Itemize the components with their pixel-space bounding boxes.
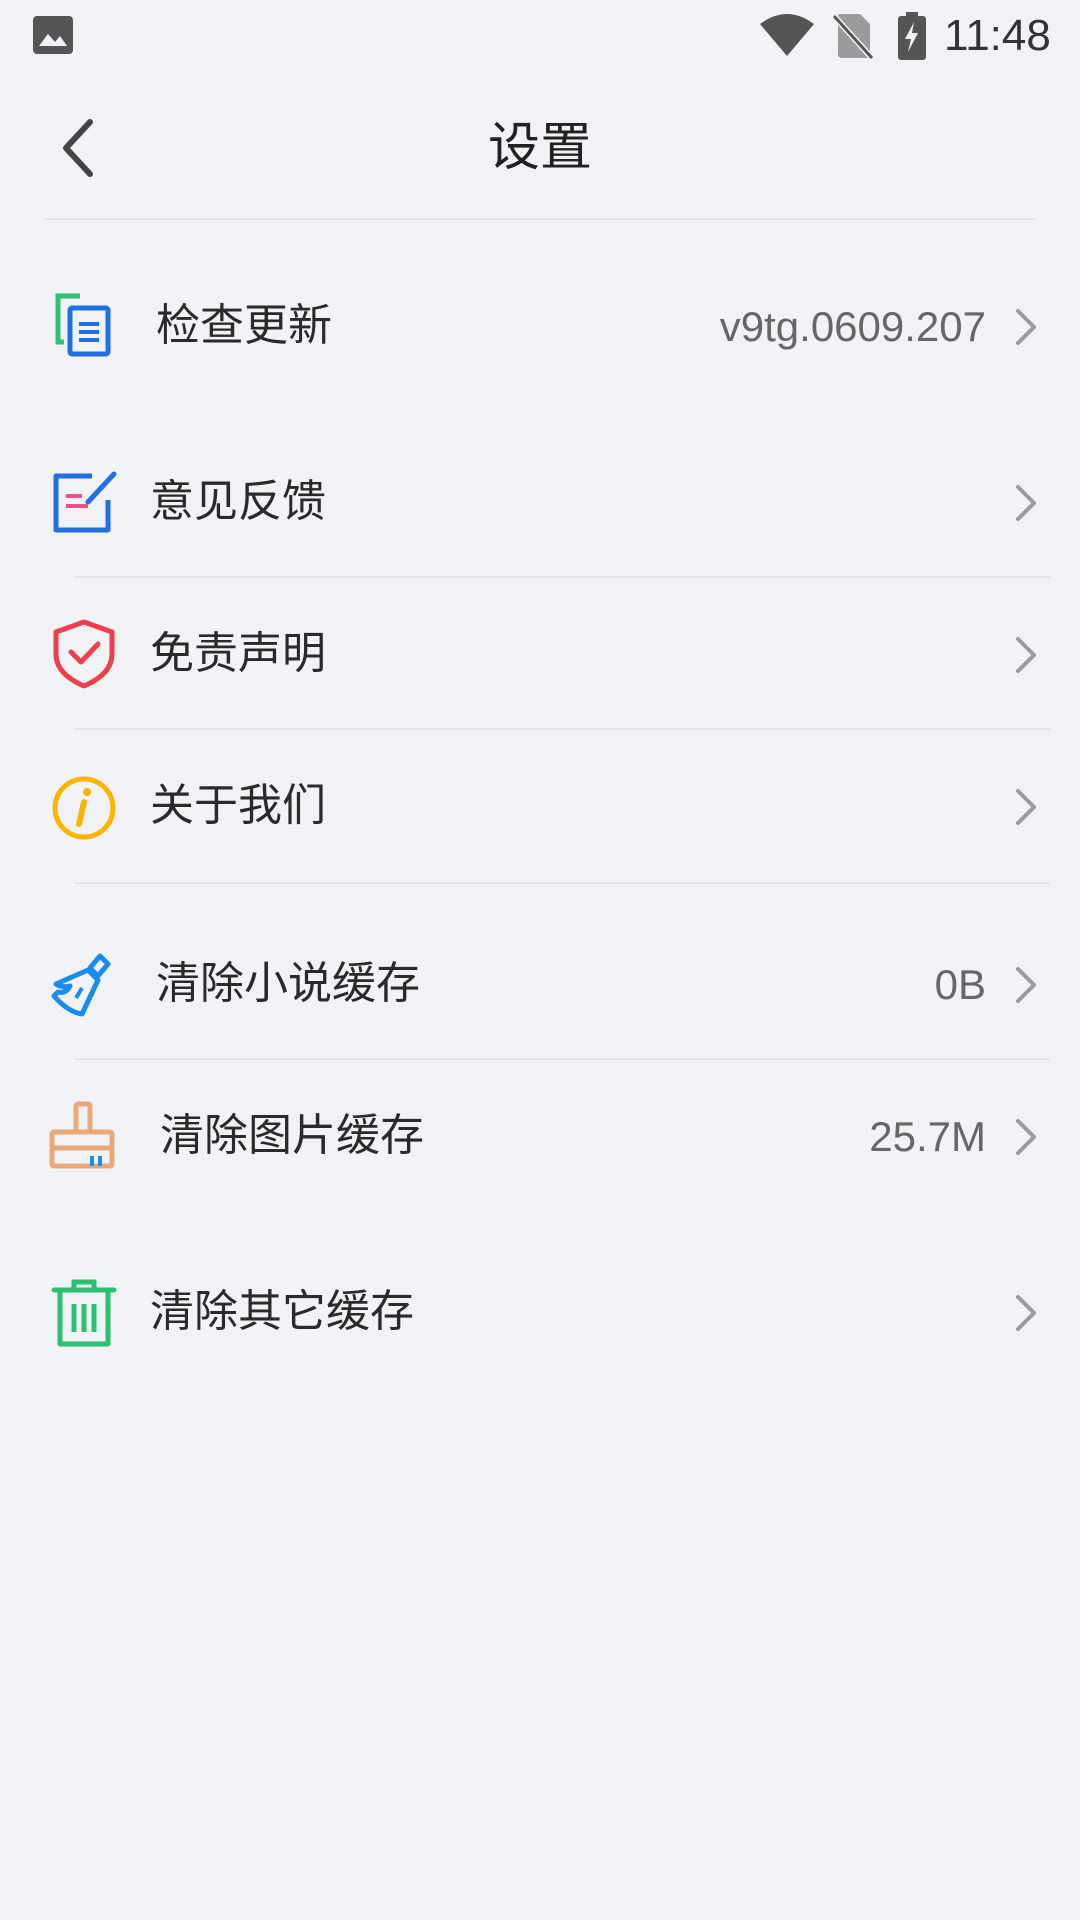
setting-row-check-update[interactable]: 检查更新 v9tg.0609.207 bbox=[0, 250, 1080, 400]
broom-icon bbox=[51, 953, 111, 1017]
chevron-right-icon bbox=[1016, 789, 1036, 825]
trash-icon bbox=[51, 1279, 117, 1347]
chevron-right-icon bbox=[1016, 967, 1036, 1003]
info-icon bbox=[52, 776, 116, 840]
chevron-right-icon bbox=[1016, 1295, 1036, 1331]
setting-row-disclaimer[interactable]: 免责声明 bbox=[0, 578, 1080, 728]
page-title: 设置 bbox=[487, 118, 592, 178]
setting-label: 清除其它缓存 bbox=[150, 1286, 414, 1337]
setting-row-clear-image-cache[interactable]: 清除图片缓存 25.7M bbox=[0, 1060, 1080, 1210]
setting-label: 意见反馈 bbox=[150, 476, 326, 527]
wifi-icon bbox=[760, 14, 814, 56]
setting-row-about-us[interactable]: 关于我们 bbox=[0, 730, 1080, 880]
chevron-right-icon bbox=[1016, 309, 1036, 345]
setting-value: v9tg.0609.207 bbox=[719, 303, 986, 350]
setting-label: 免责声明 bbox=[150, 628, 326, 679]
setting-label: 清除小说缓存 bbox=[156, 958, 420, 1009]
setting-label: 关于我们 bbox=[150, 780, 326, 831]
status-clock: 11:48 bbox=[944, 11, 1051, 60]
chevron-right-icon bbox=[1016, 1119, 1036, 1155]
edit-note-icon bbox=[53, 471, 117, 533]
setting-label: 清除图片缓存 bbox=[160, 1110, 424, 1161]
setting-value: 25.7M bbox=[869, 1113, 986, 1160]
shield-check-icon bbox=[53, 619, 115, 689]
setting-row-clear-other-cache[interactable]: 清除其它缓存 bbox=[0, 1236, 1080, 1386]
chevron-right-icon bbox=[1016, 485, 1036, 521]
brush-icon bbox=[49, 1101, 115, 1169]
row-divider bbox=[74, 882, 1050, 884]
status-bar: 11:48 bbox=[0, 0, 1080, 72]
battery-charging-icon bbox=[898, 12, 926, 60]
gallery-icon bbox=[33, 16, 73, 54]
setting-row-clear-novel-cache[interactable]: 清除小说缓存 0B bbox=[0, 908, 1080, 1058]
chevron-right-icon bbox=[1016, 637, 1036, 673]
setting-row-feedback[interactable]: 意见反馈 bbox=[0, 426, 1080, 576]
header: 设置 bbox=[0, 72, 1080, 220]
header-divider bbox=[44, 218, 1036, 220]
setting-value: 0B bbox=[934, 961, 986, 1008]
setting-label: 检查更新 bbox=[156, 300, 332, 351]
no-sim-icon bbox=[832, 13, 874, 60]
document-copy-icon bbox=[55, 293, 111, 357]
